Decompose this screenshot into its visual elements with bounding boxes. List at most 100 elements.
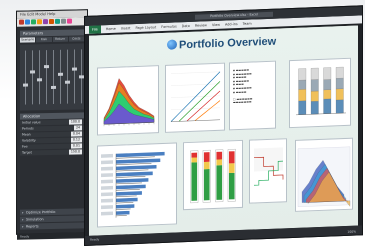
hbar-label bbox=[101, 166, 113, 171]
gridline bbox=[171, 83, 220, 86]
parameter-value-input[interactable]: 150.0 bbox=[68, 149, 82, 155]
parameter-label: Fee bbox=[22, 144, 28, 149]
parameter-label: Initial value bbox=[22, 120, 41, 125]
ribbon-tab[interactable]: Page Layout bbox=[135, 25, 156, 30]
ribbon-tab[interactable]: Formulas bbox=[161, 24, 176, 29]
ribbon-tab[interactable]: Data bbox=[182, 24, 190, 28]
hbar-error bbox=[116, 176, 146, 178]
nav-item[interactable]: Reports bbox=[20, 222, 84, 230]
slider-track[interactable] bbox=[65, 49, 70, 104]
parameter-value-input[interactable]: 0.01 bbox=[70, 143, 82, 149]
parameter-value-input[interactable]: 100.0 bbox=[68, 119, 82, 125]
line-series bbox=[170, 71, 221, 122]
toolbar-icon-6[interactable] bbox=[55, 18, 60, 24]
stacked-bar-segment bbox=[298, 68, 307, 81]
stacked-bar-segment bbox=[335, 66, 344, 79]
slider-track[interactable] bbox=[44, 50, 49, 105]
tab-risk[interactable]: Risk bbox=[36, 37, 52, 43]
notes-text: ▪ ▬▬▬▬▬ ▪ ▬▬▬▬▬▬ ▪ ▬▬▬▬ ▪ ▬▬▬▬▬ ▪ ▬▬▬ ▪ ▬▬▬▬▬… bbox=[233, 67, 253, 105]
hbar-error bbox=[116, 208, 131, 210]
toolbar-icon-3[interactable] bbox=[37, 19, 42, 25]
hbar-error bbox=[116, 202, 134, 204]
toolbar-icon-4[interactable] bbox=[43, 19, 48, 25]
stacked-bar-segment bbox=[323, 89, 332, 100]
ribbon-tab[interactable]: Insert bbox=[121, 26, 131, 30]
hbar-label bbox=[101, 173, 113, 178]
ribbon-tab[interactable]: Add-ins bbox=[225, 22, 238, 26]
slider-track[interactable] bbox=[79, 49, 84, 104]
gauge-segment bbox=[191, 157, 198, 163]
gauge-segment bbox=[203, 168, 210, 201]
zoom-level[interactable]: 100% bbox=[347, 228, 356, 237]
chart-stacked-bars[interactable] bbox=[289, 57, 351, 129]
slider-knob[interactable] bbox=[58, 72, 63, 76]
parameter-value-input[interactable]: 24 bbox=[73, 125, 82, 131]
tab-return[interactable]: Return bbox=[52, 36, 68, 42]
parameter-label: Volatility bbox=[22, 138, 36, 143]
hbar-error bbox=[116, 195, 137, 197]
ribbon-tab[interactable]: File bbox=[89, 25, 101, 34]
area-chart-svg bbox=[103, 78, 155, 127]
step-line-svg bbox=[254, 147, 284, 186]
chart-lines-1[interactable] bbox=[165, 62, 225, 133]
slider-track[interactable] bbox=[23, 50, 28, 105]
slider-knob[interactable] bbox=[30, 70, 35, 74]
stacked-bar-segment bbox=[323, 67, 332, 80]
slider-knob[interactable] bbox=[23, 83, 28, 87]
chart-notes: ▪ ▬▬▬▬▬ ▪ ▬▬▬▬▬▬ ▪ ▬▬▬▬ ▪ ▬▬▬▬▬ ▪ ▬▬▬ ▪ ▬▬▬▬▬… bbox=[229, 60, 276, 131]
chart-area-1[interactable] bbox=[97, 65, 159, 136]
stacked-bar-segment bbox=[298, 89, 307, 102]
status-text: Ready bbox=[90, 237, 100, 242]
slider-knob[interactable] bbox=[72, 67, 77, 71]
slider-knob[interactable] bbox=[51, 85, 56, 89]
slider-track[interactable] bbox=[30, 50, 35, 105]
gauge-segment bbox=[203, 161, 210, 170]
chart-step-lines[interactable] bbox=[249, 138, 287, 204]
toolbar-icon-8[interactable] bbox=[67, 18, 72, 24]
toolbar-icon-5[interactable] bbox=[49, 18, 54, 25]
slider-track[interactable] bbox=[51, 49, 56, 104]
tab-scenario[interactable]: Scenario bbox=[20, 37, 36, 43]
slider-knob[interactable] bbox=[37, 78, 42, 82]
stacked-bar-segment bbox=[335, 99, 344, 114]
gauge-segment bbox=[228, 172, 235, 200]
gauge-segment bbox=[228, 163, 235, 174]
hbar-label bbox=[101, 153, 113, 158]
ribbon-tab[interactable]: Home bbox=[106, 27, 116, 31]
gauge-segment bbox=[216, 159, 223, 166]
hbar bbox=[116, 184, 146, 190]
toolbar-icon-7[interactable] bbox=[61, 18, 66, 24]
slider-track[interactable] bbox=[58, 49, 63, 104]
chart-surface[interactable] bbox=[295, 137, 353, 212]
parameter-label: Periods bbox=[22, 126, 34, 131]
slider-track[interactable] bbox=[37, 50, 42, 105]
ribbon-tab[interactable]: Review bbox=[195, 23, 207, 27]
hbar bbox=[116, 165, 157, 171]
slider-knob[interactable] bbox=[65, 80, 70, 84]
parameter-row: Target 150.0 bbox=[20, 149, 84, 156]
tab-costs[interactable]: Costs bbox=[68, 36, 84, 42]
line-series bbox=[186, 90, 221, 122]
hbar-label bbox=[101, 198, 113, 203]
panel-top bbox=[254, 147, 283, 172]
toolbar-icon-1[interactable] bbox=[25, 19, 30, 25]
parameter-label: Mean bbox=[22, 132, 31, 137]
gridline bbox=[171, 71, 220, 74]
hbar bbox=[116, 151, 165, 158]
slider-track[interactable] bbox=[72, 49, 77, 104]
stacked-bar-segment bbox=[323, 79, 332, 90]
stacked-bar-segment bbox=[298, 100, 307, 115]
slider-knob[interactable] bbox=[44, 65, 49, 69]
surface-svg bbox=[297, 146, 351, 207]
parameter-value-input[interactable]: 0.12 bbox=[70, 137, 82, 143]
toolbar-icon-0[interactable] bbox=[19, 19, 24, 25]
parameter-value-input[interactable]: 0.04 bbox=[70, 131, 82, 137]
stacked-bar-segment bbox=[298, 79, 307, 90]
ribbon-tab[interactable]: View bbox=[212, 23, 220, 27]
chart-horizontal-bars[interactable] bbox=[97, 142, 177, 228]
hbar bbox=[116, 158, 161, 164]
chart-gauges[interactable] bbox=[183, 139, 243, 211]
parameter-label: Target bbox=[22, 150, 32, 155]
ribbon-tab[interactable]: Team bbox=[243, 22, 252, 26]
toolbar-icon-2[interactable] bbox=[31, 19, 36, 25]
